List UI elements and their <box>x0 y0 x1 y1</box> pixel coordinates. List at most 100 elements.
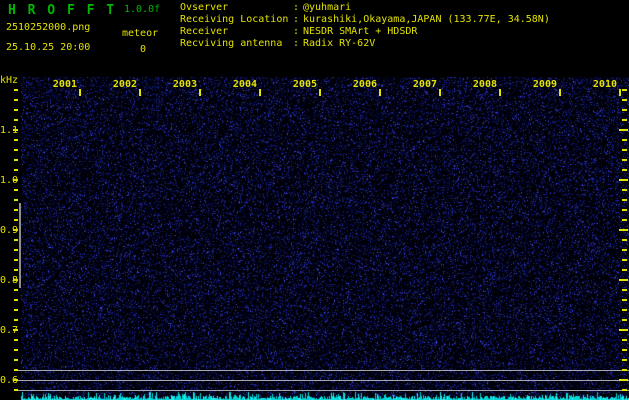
time-tick-label: 2002 <box>112 79 137 90</box>
freq-minor-tick <box>14 99 18 101</box>
freq-minor-tick-right <box>622 119 627 121</box>
time-tick <box>439 89 441 96</box>
freq-minor-tick <box>14 269 18 271</box>
freq-minor-tick <box>14 249 18 251</box>
freq-minor-tick <box>14 199 18 201</box>
freq-minor-tick-right <box>622 219 627 221</box>
freq-minor-tick <box>14 369 18 371</box>
freq-minor-tick-right <box>622 159 627 161</box>
time-tick-label: 2007 <box>412 79 437 90</box>
freq-minor-tick <box>14 209 18 211</box>
freq-tick-label: 1.0 <box>0 175 19 186</box>
freq-tick-label: 0.9 <box>0 225 19 236</box>
time-tick-label: 2009 <box>532 79 557 90</box>
freq-minor-tick-right <box>622 359 627 361</box>
freq-minor-tick-right <box>622 269 627 271</box>
station-info-value: Radix RY-62V <box>303 38 376 49</box>
freq-minor-tick <box>14 389 18 391</box>
freq-major-tick-right <box>619 279 628 281</box>
freq-minor-tick <box>14 359 18 361</box>
hrofft-window: H R O F F T 1.0.0f 2510252000.png meteor… <box>0 0 629 400</box>
spectrogram-canvas <box>0 0 629 400</box>
station-info-separator: : <box>293 38 300 49</box>
station-info: Ovserver: @yuhmari Receiving Location: kura… <box>180 3 550 51</box>
record-datetime: 25.10.25 20:00 <box>6 42 91 53</box>
freq-minor-tick <box>14 349 18 351</box>
freq-tick-label: 0.6 <box>0 375 19 386</box>
freq-axis-unit: kHz <box>0 75 19 86</box>
freq-major-tick-right <box>619 129 628 131</box>
app-version: 1.0.0f <box>124 4 161 15</box>
freq-minor-tick <box>14 239 18 241</box>
freq-major-tick-right <box>619 229 628 231</box>
time-tick-label: 2004 <box>232 79 257 90</box>
time-tick-label: 2001 <box>52 79 77 90</box>
freq-minor-tick-right <box>622 339 627 341</box>
freq-tick-label: 0.8 <box>0 275 19 286</box>
freq-major-tick-right <box>619 379 628 381</box>
freq-minor-tick-right <box>622 89 627 91</box>
freq-minor-tick-right <box>622 259 627 261</box>
app-title: H R O F F T <box>8 3 117 18</box>
freq-minor-tick <box>14 159 18 161</box>
freq-minor-tick-right <box>622 139 627 141</box>
freq-major-tick <box>13 379 18 381</box>
freq-tick-label: 0.7 <box>0 325 19 336</box>
station-info-separator: : <box>293 26 300 37</box>
time-tick <box>199 89 201 96</box>
freq-minor-tick-right <box>622 319 627 321</box>
time-tick <box>379 89 381 96</box>
freq-minor-tick-right <box>622 189 627 191</box>
meteor-counter-label: meteor <box>122 28 159 39</box>
freq-minor-tick <box>14 149 18 151</box>
output-filename: 2510252000.png <box>6 22 91 33</box>
station-info-value: @yuhmari <box>303 2 352 13</box>
reference-line <box>18 380 629 381</box>
freq-minor-tick <box>14 309 18 311</box>
freq-major-tick-right <box>619 179 628 181</box>
time-tick-label: 2008 <box>472 79 497 90</box>
freq-minor-tick <box>14 319 18 321</box>
freq-minor-tick <box>14 139 18 141</box>
freq-tick-label: 1.1 <box>0 125 19 136</box>
station-info-label: Recviving antenna <box>180 38 283 49</box>
freq-minor-tick-right <box>622 169 627 171</box>
time-tick <box>499 89 501 96</box>
time-tick-label: 2005 <box>292 79 317 90</box>
freq-minor-tick-right <box>622 349 627 351</box>
station-info-separator: : <box>293 14 300 25</box>
time-tick-label: 2003 <box>172 79 197 90</box>
freq-minor-tick-right <box>622 149 627 151</box>
station-info-label: Receiving Location <box>180 14 289 25</box>
freq-major-tick-right <box>619 329 628 331</box>
freq-major-tick <box>13 129 18 131</box>
freq-minor-tick <box>14 259 18 261</box>
station-info-separator: : <box>293 2 300 13</box>
freq-minor-tick-right <box>622 199 627 201</box>
freq-minor-tick-right <box>622 289 627 291</box>
freq-minor-tick-right <box>622 249 627 251</box>
freq-major-tick <box>13 279 18 281</box>
freq-minor-tick-right <box>622 389 627 391</box>
freq-minor-tick-right <box>622 369 627 371</box>
station-info-label: Receiver <box>180 26 229 37</box>
freq-minor-tick-right <box>622 239 627 241</box>
time-tick <box>139 89 141 96</box>
time-tick-label: 2006 <box>352 79 377 90</box>
freq-minor-tick <box>14 289 18 291</box>
time-tick <box>559 89 561 96</box>
time-tick <box>619 89 621 96</box>
freq-major-tick <box>13 329 18 331</box>
reference-line <box>18 390 629 391</box>
freq-minor-tick <box>14 339 18 341</box>
freq-minor-tick <box>14 169 18 171</box>
freq-minor-tick-right <box>622 109 627 111</box>
time-tick <box>259 89 261 96</box>
freq-minor-tick-right <box>622 99 627 101</box>
freq-minor-tick <box>14 299 18 301</box>
meteor-counter-value: 0 <box>139 44 147 55</box>
freq-minor-tick <box>14 109 18 111</box>
freq-major-tick <box>13 229 18 231</box>
station-info-label: Ovserver <box>180 2 229 13</box>
freq-minor-tick-right <box>622 209 627 211</box>
